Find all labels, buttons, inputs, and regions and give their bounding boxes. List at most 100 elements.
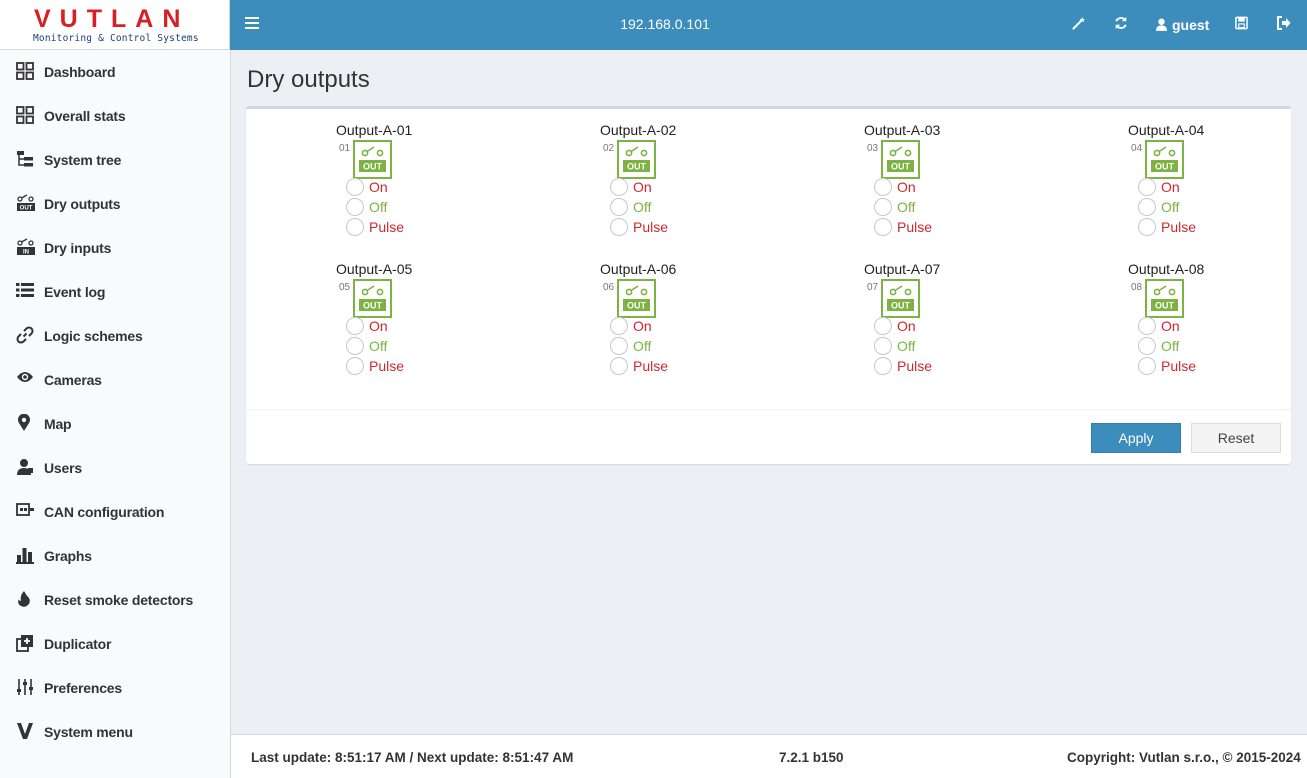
sidebar-item-event-log[interactable]: Event log xyxy=(0,270,230,314)
radio-on[interactable]: On xyxy=(346,317,426,335)
sidebar-item-label: Dry outputs xyxy=(44,196,121,212)
dry-output-icon[interactable]: OUT xyxy=(617,140,656,179)
v-logo-icon xyxy=(16,722,36,742)
radio-on[interactable]: On xyxy=(874,178,954,196)
sidebar-item-dashboard[interactable]: Dashboard xyxy=(0,50,230,94)
radio-off[interactable]: Off xyxy=(874,198,954,216)
sidebar-item-preferences[interactable]: Preferences xyxy=(0,666,230,710)
radio-button[interactable] xyxy=(1138,317,1156,335)
radio-button[interactable] xyxy=(346,198,364,216)
radio-button[interactable] xyxy=(610,357,628,375)
radio-off[interactable]: Off xyxy=(346,198,426,216)
radio-on[interactable]: On xyxy=(610,317,690,335)
tree-icon xyxy=(16,150,36,170)
sidebar-item-dry-outputs[interactable]: OUT Dry outputs xyxy=(0,182,230,226)
dry-output-icon[interactable]: OUT xyxy=(881,140,920,179)
radio-button[interactable] xyxy=(874,317,892,335)
sidebar-item-label: Duplicator xyxy=(44,636,112,652)
radio-button[interactable] xyxy=(874,357,892,375)
radio-button[interactable] xyxy=(1138,337,1156,355)
sidebar-item-system-tree[interactable]: System tree xyxy=(0,138,230,182)
apply-button[interactable]: Apply xyxy=(1091,423,1181,453)
page-title: Dry outputs xyxy=(247,66,370,93)
sidebar-item-graphs[interactable]: Graphs xyxy=(0,534,230,578)
radio-button[interactable] xyxy=(610,218,628,236)
radio-button[interactable] xyxy=(874,198,892,216)
sidebar-item-dry-inputs[interactable]: IN Dry inputs xyxy=(0,226,230,270)
radio-pulse[interactable]: Pulse xyxy=(610,357,690,375)
radio-button[interactable] xyxy=(1138,218,1156,236)
radio-off[interactable]: Off xyxy=(346,337,426,355)
radio-button[interactable] xyxy=(346,337,364,355)
radio-button[interactable] xyxy=(874,218,892,236)
radio-button[interactable] xyxy=(874,337,892,355)
radio-button[interactable] xyxy=(610,178,628,196)
radio-button[interactable] xyxy=(1138,357,1156,375)
user-name[interactable]: guest xyxy=(1172,17,1209,33)
magic-wand-icon[interactable] xyxy=(1071,16,1086,36)
refresh-icon[interactable] xyxy=(1114,16,1128,35)
radio-label: Pulse xyxy=(1161,219,1197,235)
radio-off[interactable]: Off xyxy=(1138,337,1218,355)
radio-off[interactable]: Off xyxy=(610,337,690,355)
radio-on[interactable]: On xyxy=(610,178,690,196)
menu-toggle-icon[interactable] xyxy=(245,17,259,31)
dry-output-icon[interactable]: OUT xyxy=(881,279,920,318)
radio-button[interactable] xyxy=(874,178,892,196)
sidebar-item-cameras[interactable]: Cameras xyxy=(0,358,230,402)
dry-output-icon[interactable]: OUT xyxy=(353,279,392,318)
update-status: Last update: 8:51:17 AM / Next update: 8… xyxy=(251,750,574,765)
eye-icon xyxy=(16,370,36,390)
radio-pulse[interactable]: Pulse xyxy=(1138,218,1218,236)
radio-on[interactable]: On xyxy=(1138,178,1218,196)
radio-on[interactable]: On xyxy=(1138,317,1218,335)
sidebar-item-users[interactable]: Users xyxy=(0,446,230,490)
radio-button[interactable] xyxy=(610,337,628,355)
sidebar-item-reset-smoke-detectors[interactable]: Reset smoke detectors xyxy=(0,578,230,622)
output-number: 04 xyxy=(1131,143,1143,154)
radio-off[interactable]: Off xyxy=(874,337,954,355)
outputs-panel: Apply Reset Output-A-01 01 OUT On Off Pulse Ou… xyxy=(246,106,1291,464)
radio-button[interactable] xyxy=(346,218,364,236)
radio-button[interactable] xyxy=(346,357,364,375)
radio-off[interactable]: Off xyxy=(1138,198,1218,216)
save-icon[interactable] xyxy=(1235,16,1248,35)
user-icon[interactable] xyxy=(1156,18,1167,36)
radio-on[interactable]: On xyxy=(874,317,954,335)
radio-pulse[interactable]: Pulse xyxy=(346,218,426,236)
radio-off[interactable]: Off xyxy=(610,198,690,216)
radio-pulse[interactable]: Pulse xyxy=(1138,357,1218,375)
sidebar-item-overall-stats[interactable]: Overall stats xyxy=(0,94,230,138)
radio-pulse[interactable]: Pulse xyxy=(874,218,954,236)
output-number: 07 xyxy=(867,282,879,293)
radio-pulse[interactable]: Pulse xyxy=(346,357,426,375)
radio-button[interactable] xyxy=(1138,178,1156,196)
sidebar-item-map[interactable]: Map xyxy=(0,402,230,446)
radio-pulse[interactable]: Pulse xyxy=(610,218,690,236)
radio-button[interactable] xyxy=(346,178,364,196)
radio-button[interactable] xyxy=(610,198,628,216)
sidebar-item-label: System tree xyxy=(44,152,122,168)
radio-button[interactable] xyxy=(1138,198,1156,216)
radio-pulse[interactable]: Pulse xyxy=(874,357,954,375)
sidebar-item-can-configuration[interactable]: CAN configuration xyxy=(0,490,230,534)
radio-button[interactable] xyxy=(346,317,364,335)
sidebar-item-logic-schemes[interactable]: Logic schemes xyxy=(0,314,230,358)
dry-output-icon[interactable]: OUT xyxy=(1145,279,1184,318)
dry-output-icon[interactable]: OUT xyxy=(353,140,392,179)
svg-text:OUT: OUT xyxy=(1155,162,1175,172)
logo[interactable]: VUTLAN Monitoring & Control Systems xyxy=(0,0,230,50)
sidebar-item-system-menu[interactable]: System menu xyxy=(0,710,230,754)
dry-output-icon[interactable]: OUT xyxy=(1145,140,1184,179)
output-card: Output-A-01 01 OUT On Off Pulse xyxy=(336,122,436,252)
svg-text:OUT: OUT xyxy=(1155,301,1175,311)
reset-button[interactable]: Reset xyxy=(1191,423,1281,453)
radio-on[interactable]: On xyxy=(346,178,426,196)
output-name: Output-A-03 xyxy=(864,122,941,138)
logout-icon[interactable] xyxy=(1277,16,1291,35)
dry-output-icon[interactable]: OUT xyxy=(617,279,656,318)
link-icon xyxy=(16,326,36,346)
panel-footer: Apply Reset xyxy=(246,409,1291,464)
sidebar-item-duplicator[interactable]: Duplicator xyxy=(0,622,230,666)
radio-button[interactable] xyxy=(610,317,628,335)
